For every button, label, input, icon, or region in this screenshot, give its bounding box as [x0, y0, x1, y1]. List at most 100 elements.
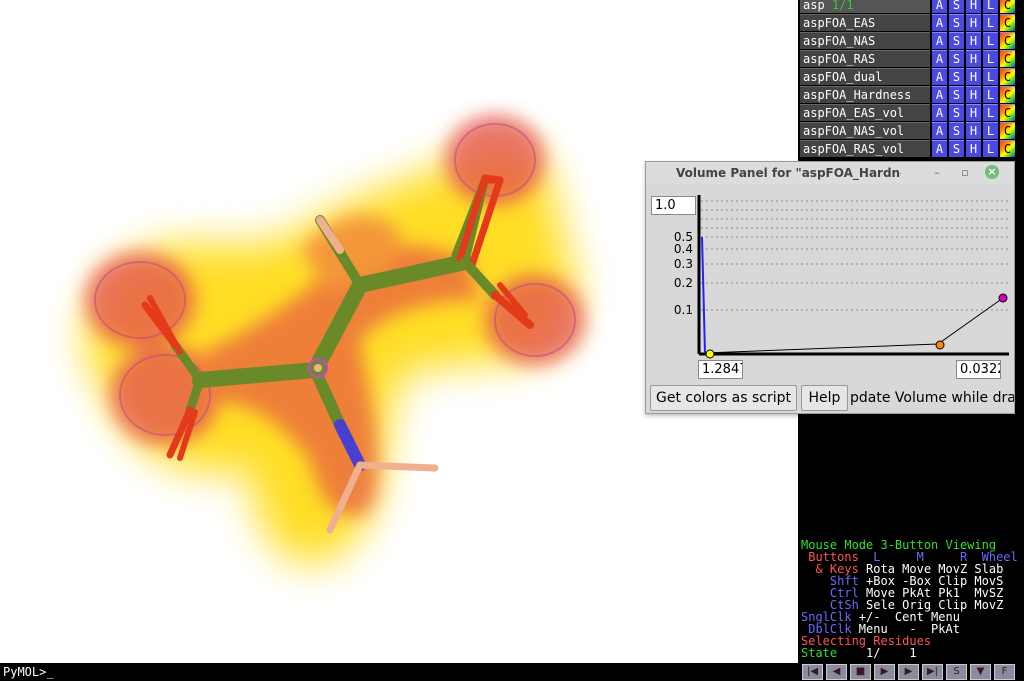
object-row: aspFOA_RAS_vol A S H L C	[800, 140, 1022, 157]
label-button[interactable]: L	[983, 50, 998, 67]
color-button[interactable]: C	[1000, 14, 1015, 31]
hide-button[interactable]: H	[966, 0, 981, 13]
object-name[interactable]: aspFOA_Hardness	[800, 86, 930, 103]
y-tick-label: 0.3	[674, 257, 693, 271]
hide-button[interactable]: H	[966, 68, 981, 85]
hide-button[interactable]: H	[966, 14, 981, 31]
object-name[interactable]: aspFOA_EAS	[800, 14, 930, 31]
step-back-icon[interactable]: ◀	[826, 664, 847, 680]
label-button[interactable]: L	[983, 32, 998, 49]
color-button[interactable]: C	[1000, 68, 1015, 85]
max-value-input[interactable]: 0.0322	[956, 360, 1001, 379]
label-button[interactable]: L	[983, 0, 998, 13]
color-button[interactable]: C	[1000, 0, 1015, 13]
object-name[interactable]: aspFOA_dual	[800, 68, 930, 85]
object-name-label: aspFOA_RAS	[803, 52, 876, 66]
hide-button[interactable]: H	[966, 86, 981, 103]
help-button[interactable]: Help	[801, 385, 848, 411]
hide-button[interactable]: H	[966, 50, 981, 67]
action-button[interactable]: A	[932, 68, 947, 85]
object-name[interactable]: aspFOA_NAS_vol	[800, 122, 930, 139]
ramp-control-point[interactable]	[935, 340, 945, 350]
full-screen-button[interactable]: F	[994, 664, 1015, 680]
y-tick-label: 0.2	[674, 276, 693, 290]
color-button[interactable]: C	[1000, 104, 1015, 121]
dropdown-icon[interactable]: ▼	[970, 664, 991, 680]
object-name[interactable]: aspFOA_NAS	[800, 32, 930, 49]
step-forward-icon[interactable]: ▶	[898, 664, 919, 680]
update-volume-checkbox-label[interactable]: pdate Volume while drag	[850, 390, 1014, 406]
show-button[interactable]: S	[949, 50, 964, 67]
action-button[interactable]: A	[932, 104, 947, 121]
label-button[interactable]: L	[983, 122, 998, 139]
action-button[interactable]: A	[932, 50, 947, 67]
object-row: asp 1/1 A S H L C	[800, 0, 1022, 13]
show-button[interactable]: S	[949, 122, 964, 139]
minimize-icon[interactable]: –	[930, 166, 944, 180]
action-button[interactable]: A	[932, 122, 947, 139]
object-row: aspFOA_NAS_vol A S H L C	[800, 122, 1022, 139]
command-prompt: PyMOL>_	[3, 665, 54, 679]
action-button[interactable]: A	[932, 140, 947, 157]
object-row: aspFOA_EAS_vol A S H L C	[800, 104, 1022, 121]
label-button[interactable]: L	[983, 86, 998, 103]
movie-controls: |◀ ◀ ■ ▶ ▶ ▶| S ▼ F	[799, 663, 1024, 681]
show-button[interactable]: S	[949, 86, 964, 103]
object-row: aspFOA_dual A S H L C	[800, 68, 1022, 85]
panel-scrollbar[interactable]	[1015, 160, 1024, 210]
action-button[interactable]: A	[932, 32, 947, 49]
hide-button[interactable]: H	[966, 104, 981, 121]
label-button[interactable]: L	[983, 104, 998, 121]
object-name-label: aspFOA_dual	[803, 70, 883, 84]
ramp-control-point[interactable]	[998, 293, 1008, 303]
color-button[interactable]: C	[1000, 140, 1015, 157]
scene-button[interactable]: S	[946, 664, 967, 680]
object-name[interactable]: aspFOA_RAS	[800, 50, 930, 67]
object-name-label: aspFOA_Hardness	[803, 88, 912, 102]
object-name[interactable]: asp 1/1	[800, 0, 930, 13]
ramp-control-point[interactable]	[705, 349, 715, 359]
stop-icon[interactable]: ■	[850, 664, 871, 680]
show-button[interactable]: S	[949, 32, 964, 49]
get-colors-button[interactable]: Get colors as script	[650, 385, 797, 411]
show-button[interactable]: S	[949, 14, 964, 31]
color-button[interactable]: C	[1000, 50, 1015, 67]
label-button[interactable]: L	[983, 140, 998, 157]
object-row: aspFOA_Hardness A S H L C	[800, 86, 1022, 103]
label-button[interactable]: L	[983, 68, 998, 85]
volume-ramp-plot[interactable]: 0.50.40.30.20.1	[649, 192, 1012, 388]
label-button[interactable]: L	[983, 14, 998, 31]
volume-panel-titlebar[interactable]: Volume Panel for "aspFOA_Hardness_ – ▫ ×	[646, 162, 1014, 184]
volume-panel-title: Volume Panel for "aspFOA_Hardness_	[676, 166, 901, 180]
object-name[interactable]: aspFOA_RAS_vol	[800, 140, 930, 157]
show-button[interactable]: S	[949, 68, 964, 85]
action-button[interactable]: A	[932, 86, 947, 103]
object-name[interactable]: aspFOA_EAS_vol	[800, 104, 930, 121]
rewind-icon[interactable]: |◀	[802, 664, 823, 680]
show-button[interactable]: S	[949, 0, 964, 13]
action-button[interactable]: A	[932, 0, 947, 13]
fast-forward-icon[interactable]: ▶|	[922, 664, 943, 680]
action-button[interactable]: A	[932, 14, 947, 31]
show-button[interactable]: S	[949, 104, 964, 121]
color-button[interactable]: C	[1000, 86, 1015, 103]
ramp-line	[701, 241, 1004, 354]
hide-button[interactable]: H	[966, 122, 981, 139]
restore-icon[interactable]: ▫	[958, 166, 972, 180]
mouse-mode-legend: Mouse Mode 3-Button Viewing Buttons L M …	[801, 539, 1024, 659]
mouse-legend-line: State 1/ 1	[801, 647, 1024, 659]
object-name-label: aspFOA_EAS	[803, 16, 876, 30]
close-icon[interactable]: ×	[985, 165, 999, 179]
hide-button[interactable]: H	[966, 140, 981, 157]
y-tick-label: 0.4	[674, 242, 693, 256]
command-line[interactable]: PyMOL>_	[0, 663, 798, 681]
object-name-label: asp	[803, 0, 825, 12]
show-button[interactable]: S	[949, 140, 964, 157]
y-tick-label: 0.1	[674, 303, 693, 317]
mouse-legend-text: 1/ 1	[837, 646, 917, 660]
color-button[interactable]: C	[1000, 122, 1015, 139]
color-button[interactable]: C	[1000, 32, 1015, 49]
min-value-input[interactable]: 1.2847	[698, 360, 743, 379]
hide-button[interactable]: H	[966, 32, 981, 49]
play-icon[interactable]: ▶	[874, 664, 895, 680]
